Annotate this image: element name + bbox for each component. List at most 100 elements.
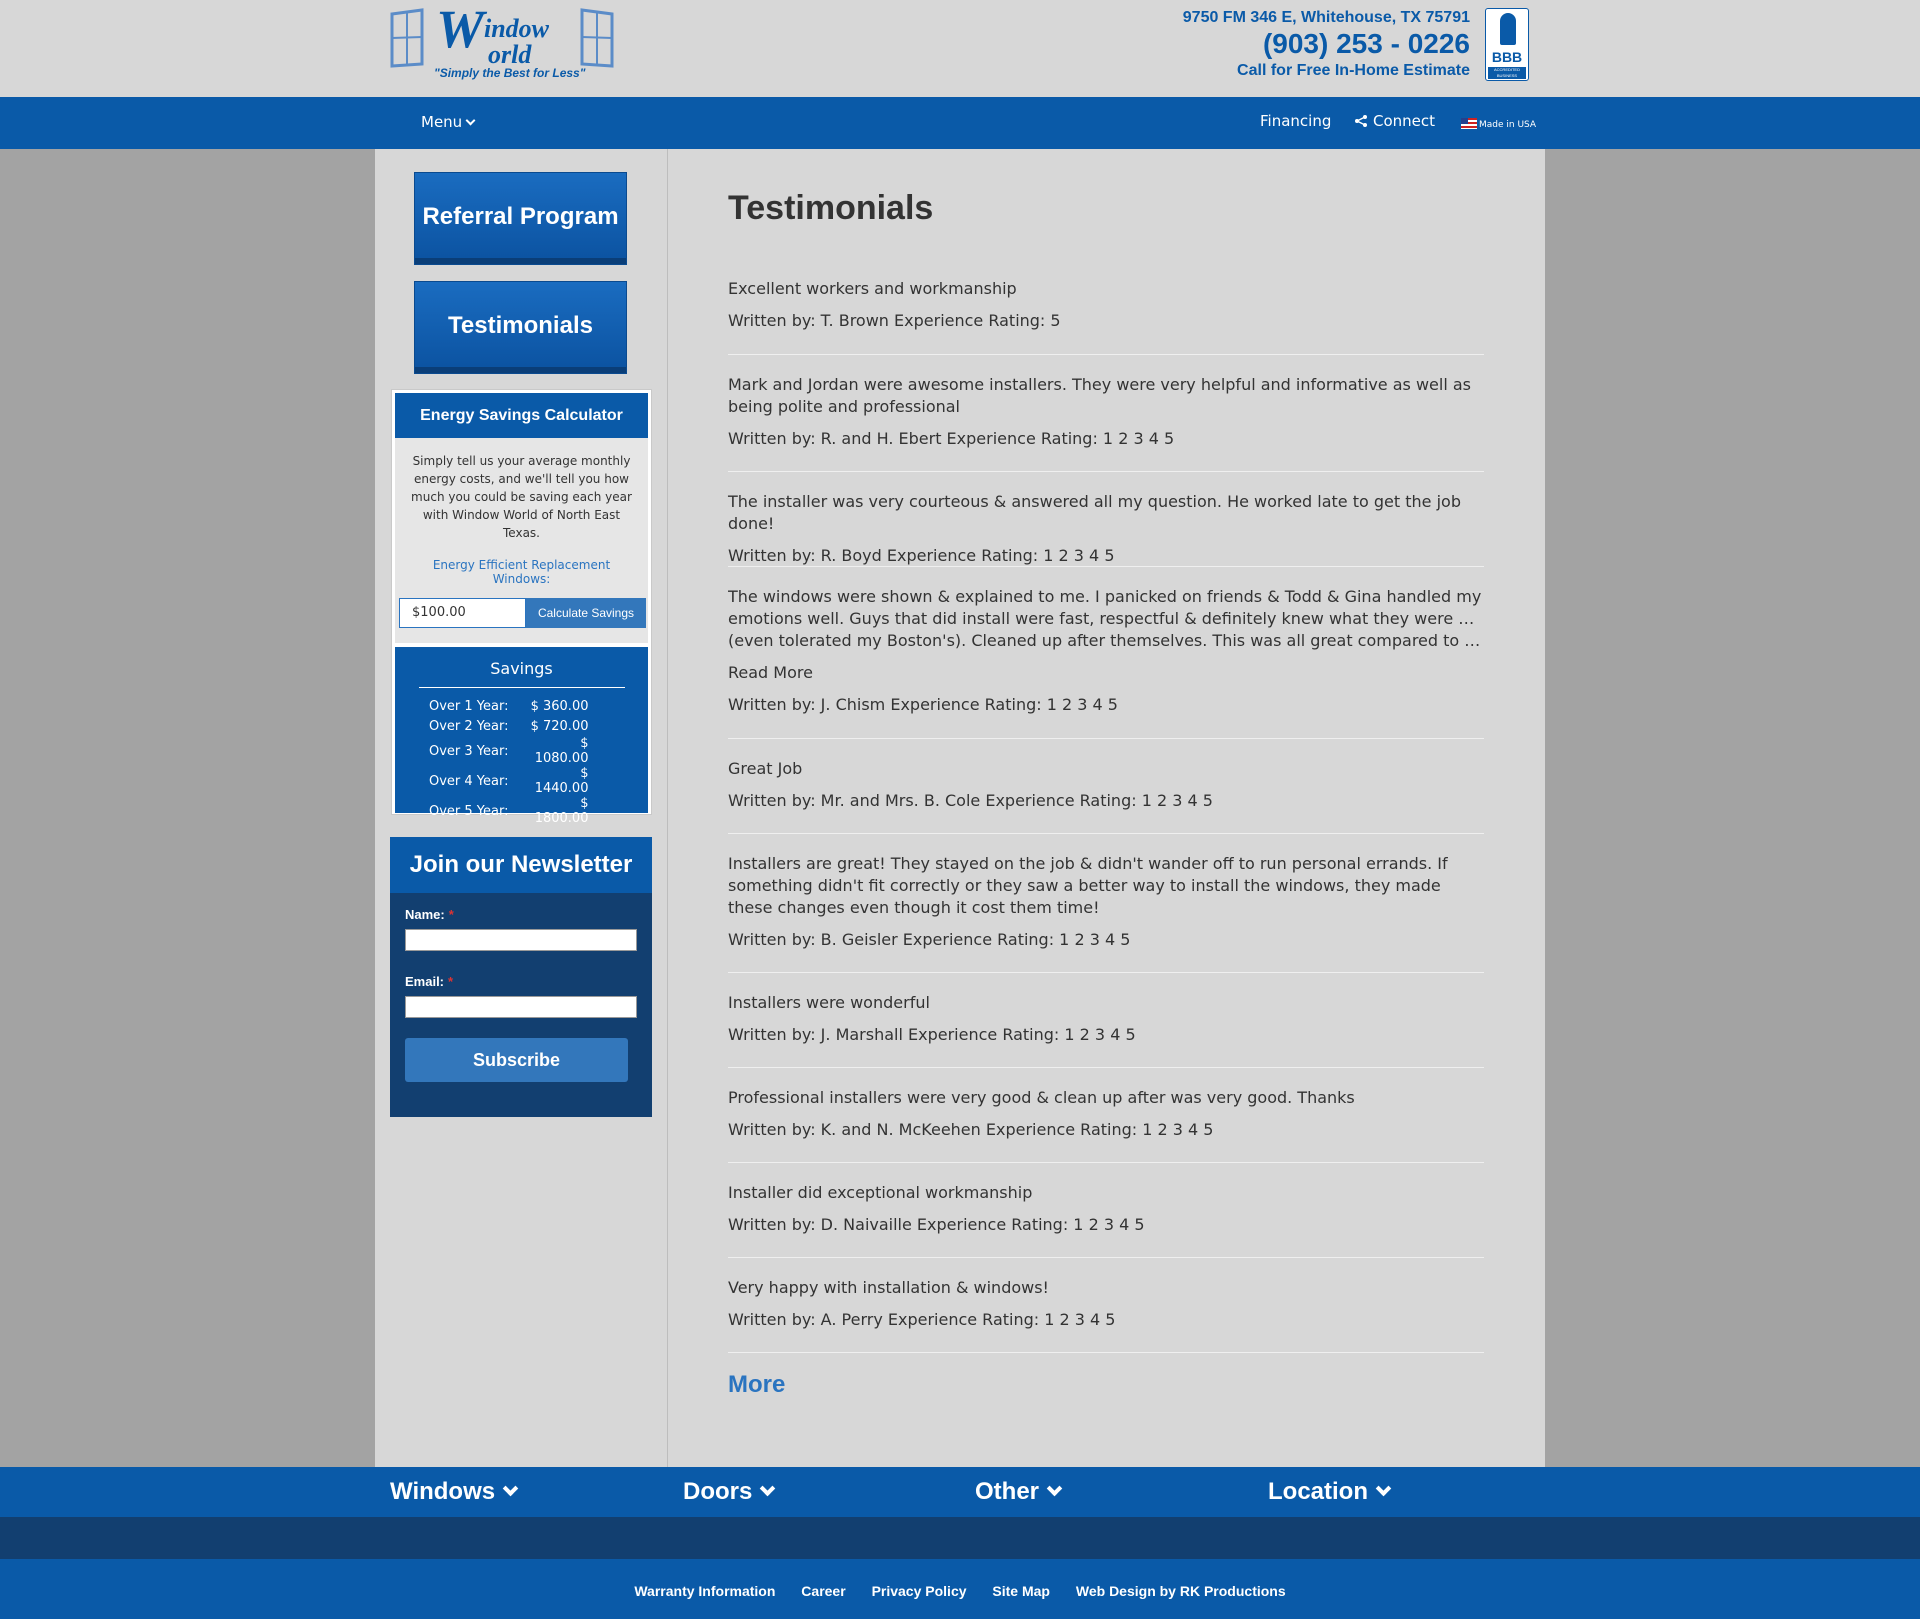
subscribe-button[interactable]: Subscribe (405, 1038, 628, 1082)
savings-value: $ 1800.00 (534, 796, 589, 826)
name-label-text: Name: (405, 907, 445, 922)
testimonial-item: Professional installers were very good &… (728, 1087, 1484, 1163)
testimonial-text: The windows were shown & explained to me… (728, 586, 1484, 652)
savings-table: Over 1 Year: $ 360.00 Over 2 Year: $ 720.0… (429, 696, 589, 827)
savings-panel: Savings Over 1 Year: $ 360.00 Over 2 Year… (395, 647, 648, 826)
savings-label: Over 1 Year: (429, 698, 509, 714)
connect-link[interactable]: Connect (1355, 112, 1435, 130)
logo-tagline: "Simply the Best for Less" (434, 66, 586, 80)
estimate-cta[interactable]: Call for Free In-Home Estimate (1183, 60, 1470, 82)
required-mark: * (448, 907, 454, 922)
testimonial-author: Written by: K. and N. McKeehen Experienc… (728, 1120, 1214, 1139)
required-mark: * (448, 974, 454, 989)
savings-value: $ 1440.00 (534, 766, 589, 796)
savings-label: Over 5 Year: (429, 803, 509, 819)
site-header: W indow orld "Simply the Best for Less" … (0, 0, 1920, 97)
testimonial-author: Written by: R. Boyd Experience Rating: 1… (728, 546, 1115, 565)
testimonial-item: The installer was very courteous & answe… (728, 491, 1484, 567)
chevron-down-icon (502, 1480, 519, 1497)
testimonial-item: Mark and Jordan were awesome installers.… (728, 374, 1484, 472)
testimonials-button[interactable]: Testimonials (414, 281, 627, 374)
testimonial-author: Written by: R. and H. Ebert Experience R… (728, 429, 1175, 448)
testimonial-item: Excellent workers and workmanship Writte… (728, 278, 1484, 355)
phone-number[interactable]: (903) 253 - 0226 (1183, 28, 1470, 60)
footer-nav-location[interactable]: Location (1268, 1478, 1392, 1506)
page-title: Testimonials (728, 189, 934, 227)
sidebar: Referral Program Testimonials Energy Sav… (375, 149, 668, 1467)
footer-links: Warranty Information Career Privacy Poli… (0, 1559, 1920, 1619)
testimonial-text: Very happy with installation & windows! (728, 1278, 1049, 1297)
logo-letter-w: W (436, 0, 485, 59)
testimonial-author: Written by: T. Brown Experience Rating: … (728, 311, 1061, 330)
footer-link-list: Warranty Information Career Privacy Poli… (0, 1559, 1920, 1599)
savings-divider (418, 687, 625, 688)
calculate-savings-button[interactable]: Calculate Savings (526, 598, 646, 628)
testimonial-text: Installer did exceptional workmanship (728, 1183, 1033, 1202)
window-world-logo[interactable]: W indow orld "Simply the Best for Less" (388, 0, 622, 84)
referral-program-button[interactable]: Referral Program (414, 172, 627, 265)
savings-row: Over 4 Year: $ 1440.00 (429, 766, 588, 796)
bbb-torch-icon (1500, 13, 1516, 45)
testimonial-text-line: (even tolerated my Boston's). Cleaned up… (728, 631, 1484, 650)
testimonial-text: Excellent workers and workmanship (728, 279, 1017, 298)
warranty-link[interactable]: Warranty Information (634, 1583, 775, 1599)
testimonial-item: Installers were wonderful Written by: J.… (728, 992, 1484, 1068)
footer-nav-windows[interactable]: Windows (390, 1478, 519, 1506)
savings-label: Over 4 Year: (429, 773, 509, 789)
newsletter-signup: Join our Newsletter Name: * Email: * Subsc… (390, 837, 652, 1117)
testimonial-author: Written by: J. Chism Experience Rating: … (728, 695, 1118, 714)
window-icon (580, 8, 614, 68)
email-field[interactable] (405, 996, 637, 1018)
made-in-usa-label: Made in USA (1479, 120, 1537, 130)
monthly-cost-input[interactable]: $100.00 (399, 598, 526, 628)
us-flag-icon (1461, 118, 1477, 129)
testimonial-text-line: The windows were shown & explained to me… (728, 587, 1482, 606)
testimonial-item: Very happy with installation & windows! … (728, 1277, 1484, 1353)
testimonial-text: The installer was very courteous & answe… (728, 492, 1461, 533)
email-label: Email: * (405, 974, 453, 989)
testimonial-author: Written by: D. Naivaille Experience Rati… (728, 1215, 1145, 1234)
footer-nav-other[interactable]: Other (975, 1478, 1063, 1506)
financing-link[interactable]: Financing (1260, 112, 1331, 130)
testimonial-text: Installers are great! They stayed on the… (728, 854, 1448, 917)
footer-nav: Windows Doors Other Location (0, 1467, 1920, 1517)
read-more-link[interactable]: Read More (728, 662, 1484, 684)
footer-nav-label: Windows (390, 1478, 496, 1505)
menu-label: Menu (421, 113, 463, 131)
testimonial-author: Written by: J. Marshall Experience Ratin… (728, 1025, 1136, 1044)
testimonial-author: Written by: B. Geisler Experience Rating… (728, 930, 1131, 949)
testimonial-item: Installer did exceptional workmanship Wr… (728, 1182, 1484, 1258)
calculator-description: Simply tell us your average monthly ener… (411, 454, 632, 540)
chevron-down-icon (1046, 1480, 1063, 1497)
menu-toggle[interactable]: Menu (421, 113, 476, 131)
connect-label: Connect (1373, 112, 1436, 130)
chevron-down-icon (760, 1480, 776, 1497)
more-testimonials-link[interactable]: More (728, 1371, 785, 1399)
web-design-credit-link[interactable]: Web Design by RK Productions (1076, 1583, 1286, 1599)
testimonial-text: Installers were wonderful (728, 993, 930, 1012)
testimonial-text: Mark and Jordan were awesome installers.… (728, 375, 1472, 416)
name-field[interactable] (405, 929, 637, 951)
main-nav: Menu Financing Connect Made in USA (0, 97, 1920, 149)
calculator-input-row: $100.00 Calculate Savings (399, 598, 646, 628)
career-link[interactable]: Career (801, 1583, 845, 1599)
testimonial-text: Professional installers were very good &… (728, 1088, 1355, 1107)
testimonial-author: Written by: A. Perry Experience Rating: … (728, 1310, 1116, 1329)
savings-title: Savings (490, 659, 553, 678)
calculator-title: Energy Savings Calculator (395, 393, 648, 438)
chevron-down-icon (465, 115, 476, 126)
testimonial-author: Written by: Mr. and Mrs. B. Cole Experie… (728, 791, 1213, 810)
savings-value: $ 720.00 (530, 718, 589, 734)
share-icon (1355, 115, 1367, 127)
site-map-link[interactable]: Site Map (992, 1583, 1050, 1599)
savings-row: Over 2 Year: $ 720.00 (429, 716, 588, 736)
bbb-badge[interactable]: BBB ACCREDITED BUSINESS (1485, 8, 1529, 81)
savings-row: Over 3 Year: $ 1080.00 (429, 736, 588, 766)
testimonial-item: Great Job Written by: Mr. and Mrs. B. Co… (728, 758, 1484, 834)
bbb-accredited: ACCREDITED BUSINESS (1488, 67, 1526, 79)
privacy-policy-link[interactable]: Privacy Policy (872, 1583, 967, 1599)
footer-nav-doors[interactable]: Doors (683, 1478, 776, 1506)
savings-row: Over 1 Year: $ 360.00 (429, 696, 588, 716)
savings-value: $ 360.00 (530, 698, 589, 714)
email-label-text: Email: (405, 974, 445, 989)
